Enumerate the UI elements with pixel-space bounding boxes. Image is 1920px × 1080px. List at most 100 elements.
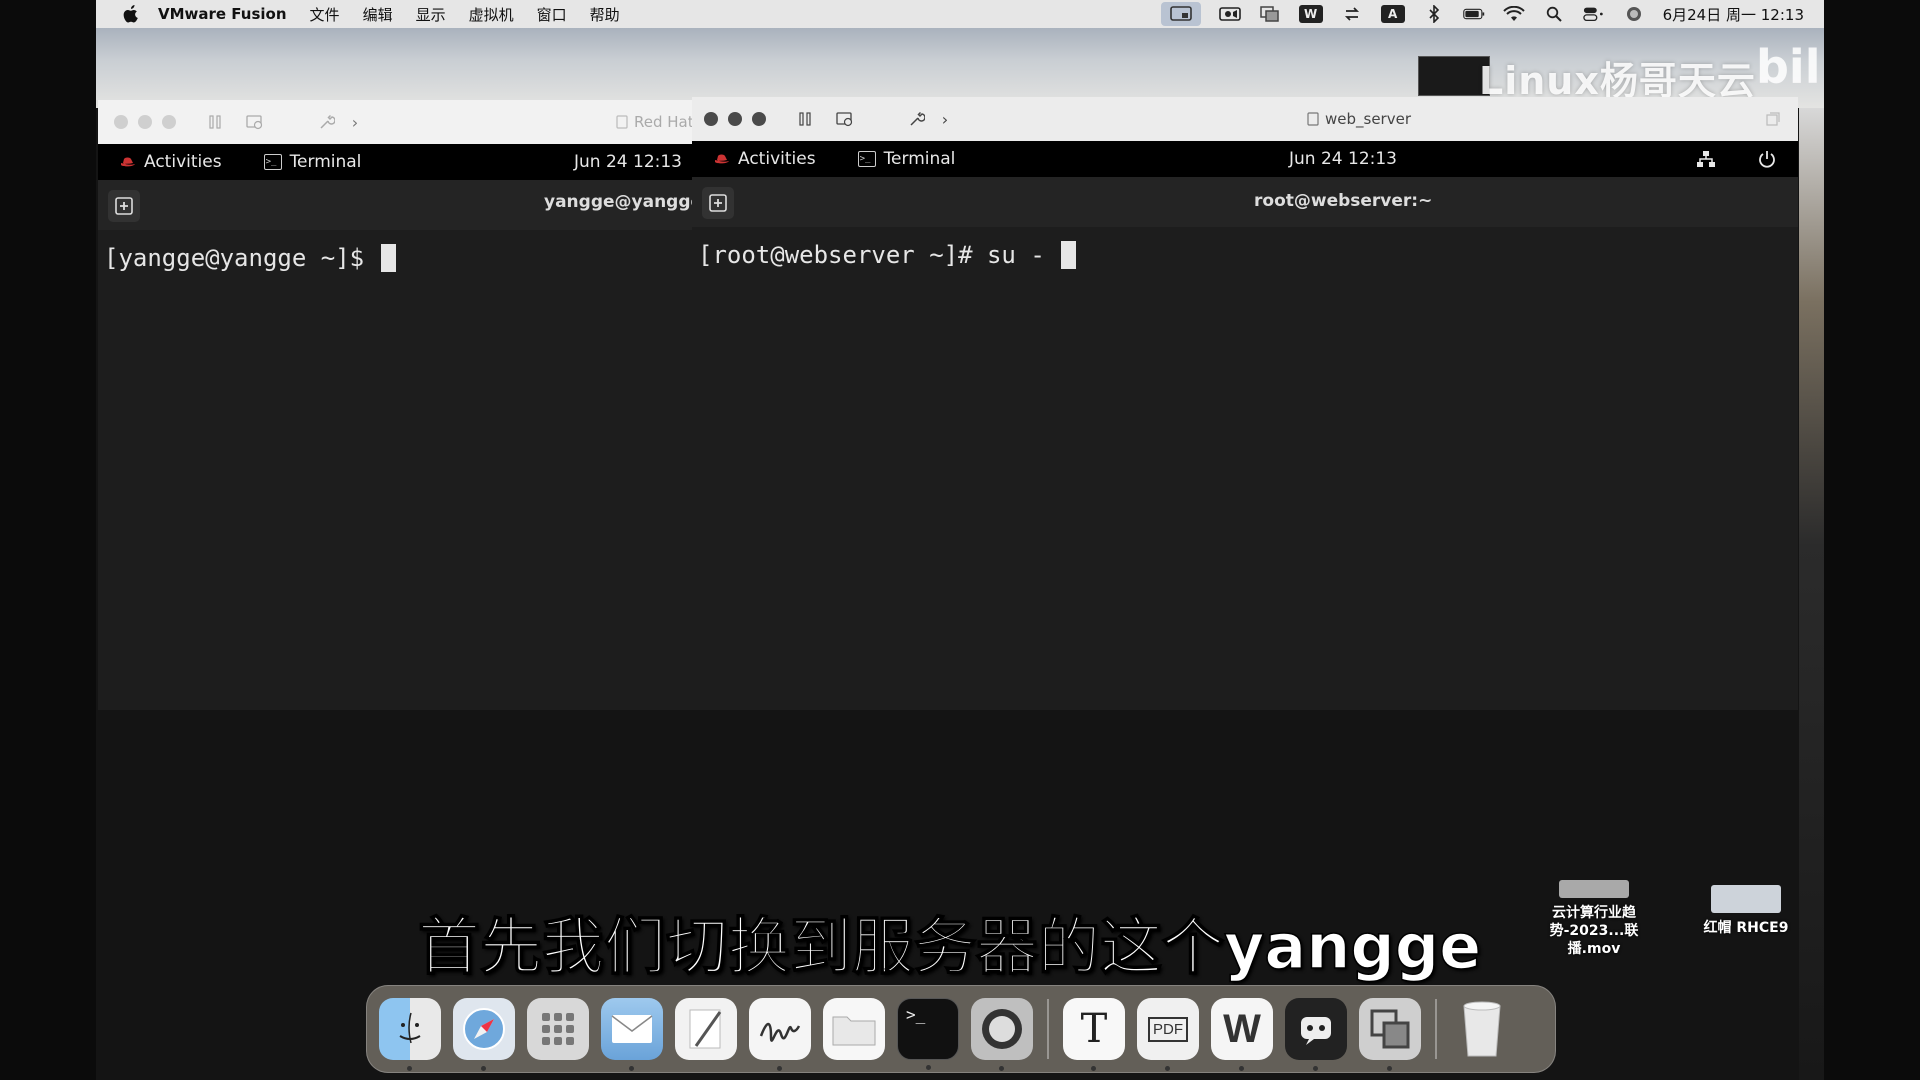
- input-method-icon[interactable]: A: [1380, 5, 1405, 23]
- network-icon[interactable]: [1696, 150, 1716, 173]
- terminal-headerbar: root@webserver:~: [692, 177, 1798, 227]
- new-tab-button[interactable]: [702, 187, 734, 219]
- menu-app-name[interactable]: VMware Fusion: [158, 5, 287, 23]
- running-indicator: [629, 1066, 634, 1071]
- launchpad-icon[interactable]: [527, 998, 589, 1060]
- bluetooth-icon[interactable]: [1423, 5, 1445, 23]
- running-indicator: [1239, 1066, 1244, 1071]
- terminal-glyph: >_: [906, 1005, 926, 1024]
- folder-label: 红帽 RHCE9: [1703, 920, 1789, 936]
- screen-record-icon[interactable]: [1218, 6, 1241, 22]
- power-icon[interactable]: [1757, 149, 1777, 174]
- chevron-right-icon[interactable]: ›: [934, 109, 956, 129]
- running-indicator: [1313, 1066, 1318, 1071]
- gnome-top-bar: Activities >_ Terminal Jun 24 12:13: [692, 141, 1798, 177]
- close-button[interactable]: [114, 115, 128, 129]
- close-button[interactable]: [704, 112, 718, 126]
- terminal-icon[interactable]: >_: [897, 998, 959, 1070]
- gnome-clock[interactable]: Jun 24 12:13: [1289, 149, 1397, 169]
- minimize-button[interactable]: [138, 115, 152, 129]
- pause-icon[interactable]: [794, 109, 816, 129]
- chatbot-icon[interactable]: [1285, 998, 1347, 1071]
- menu-view[interactable]: 显示: [416, 4, 446, 25]
- window-titlebar[interactable]: › web_server: [692, 97, 1798, 141]
- running-indicator: [926, 1065, 931, 1070]
- terminal-app-menu[interactable]: >_ Terminal: [263, 152, 362, 172]
- vmware-fusion-icon[interactable]: [1359, 998, 1421, 1071]
- dock-separator: [1047, 999, 1049, 1059]
- window-title-text: Red Hat: [634, 113, 694, 131]
- terminal-app-label: Terminal: [883, 149, 956, 169]
- terminal-app-menu[interactable]: >_ Terminal: [857, 149, 956, 169]
- vmware-icon[interactable]: [1259, 6, 1281, 22]
- redhat-icon: [121, 157, 135, 167]
- menu-window[interactable]: 窗口: [537, 4, 567, 25]
- wps-glyph: W: [1223, 1006, 1261, 1051]
- terminal-title: yangge@yangge:: [544, 192, 698, 212]
- running-indicator: [1387, 1066, 1392, 1071]
- running-indicator: [1165, 1066, 1170, 1071]
- activities-button[interactable]: Activities: [714, 149, 816, 169]
- running-indicator: [481, 1066, 486, 1071]
- siri-icon[interactable]: [1623, 6, 1645, 22]
- activities-button[interactable]: Activities: [120, 152, 222, 172]
- minimize-button[interactable]: [728, 112, 742, 126]
- snapshot-icon[interactable]: [244, 112, 266, 132]
- snapshot-icon[interactable]: [834, 109, 856, 129]
- new-tab-icon: [709, 194, 727, 212]
- wps-icon[interactable]: W: [1211, 998, 1273, 1071]
- sync-icon[interactable]: [1341, 6, 1363, 22]
- running-indicator: [777, 1066, 782, 1071]
- menu-vm[interactable]: 虚拟机: [469, 4, 514, 25]
- wifi-icon[interactable]: [1502, 6, 1525, 22]
- pause-icon[interactable]: [204, 112, 226, 132]
- folder-icon: [1711, 885, 1781, 913]
- desktop-file-video[interactable]: 云计算行业趋 势-2023...联播.mov: [1524, 880, 1664, 958]
- trash-icon[interactable]: [1451, 998, 1513, 1060]
- text-cursor: [380, 244, 396, 272]
- activities-label: Activities: [144, 152, 222, 172]
- terminal-body[interactable]: [yangge@yangge ~]$: [98, 230, 698, 710]
- menubar-clock[interactable]: 6月24日 周一 12:13: [1663, 4, 1804, 25]
- menu-edit[interactable]: 编辑: [363, 4, 393, 25]
- finder-icon[interactable]: [379, 998, 441, 1071]
- pdf-glyph: PDF: [1148, 1016, 1188, 1042]
- new-tab-icon: [115, 197, 133, 215]
- wps-icon[interactable]: W: [1298, 5, 1323, 23]
- desktop-right-edge: [1799, 108, 1824, 1080]
- textedit-icon[interactable]: [675, 998, 737, 1060]
- mail-icon[interactable]: [601, 998, 663, 1071]
- chevron-right-icon[interactable]: ›: [344, 112, 366, 132]
- zoom-button[interactable]: [162, 115, 176, 129]
- new-tab-button[interactable]: [108, 190, 140, 222]
- menubar-status-area: W A 6月24日 周一 12:13: [1160, 0, 1804, 28]
- settings-wrench-icon[interactable]: [906, 109, 928, 129]
- gnome-clock[interactable]: Jun 24 12:13: [574, 152, 682, 172]
- terminal-icon: >_: [857, 151, 876, 167]
- menubar: VMware Fusion 文件 编辑 显示 虚拟机 窗口 帮助 W A 6月2…: [96, 0, 1824, 28]
- desktop-folder-rhce9[interactable]: 红帽 RHCE9: [1696, 885, 1796, 937]
- menu-file[interactable]: 文件: [310, 4, 340, 25]
- vm-window-web-server[interactable]: › web_server Activities >_ Terminal Jun …: [692, 97, 1798, 710]
- terminal-prompt: [root@webserver ~]# su -: [698, 241, 1077, 269]
- folder-icon[interactable]: [823, 998, 885, 1060]
- settings-wrench-icon[interactable]: [316, 112, 338, 132]
- typora-icon[interactable]: T: [1063, 998, 1125, 1071]
- running-indicator: [1091, 1066, 1096, 1071]
- freeform-icon[interactable]: [749, 998, 811, 1071]
- window-titlebar[interactable]: › Red Hat: [98, 100, 698, 144]
- apple-icon[interactable]: [118, 5, 144, 23]
- search-icon[interactable]: [1543, 6, 1565, 22]
- fullscreen-icon[interactable]: [1766, 111, 1780, 130]
- vm-display-icon[interactable]: [1160, 2, 1201, 26]
- mac-screen: VMware Fusion 文件 编辑 显示 虚拟机 窗口 帮助 W A 6月2…: [96, 0, 1824, 1080]
- terminal-app-label: Terminal: [289, 152, 362, 172]
- screenshot-icon[interactable]: [971, 998, 1033, 1071]
- terminal-body[interactable]: [root@webserver ~]# su -: [692, 227, 1798, 710]
- zoom-button[interactable]: [752, 112, 766, 126]
- control-center-icon[interactable]: [1582, 6, 1605, 22]
- menu-help[interactable]: 帮助: [590, 4, 620, 25]
- pdf-expert-icon[interactable]: PDF: [1137, 998, 1199, 1071]
- safari-icon[interactable]: [453, 998, 515, 1071]
- vm-window-redhat[interactable]: › Red Hat Activities >_ Terminal Jun 24 …: [98, 100, 698, 710]
